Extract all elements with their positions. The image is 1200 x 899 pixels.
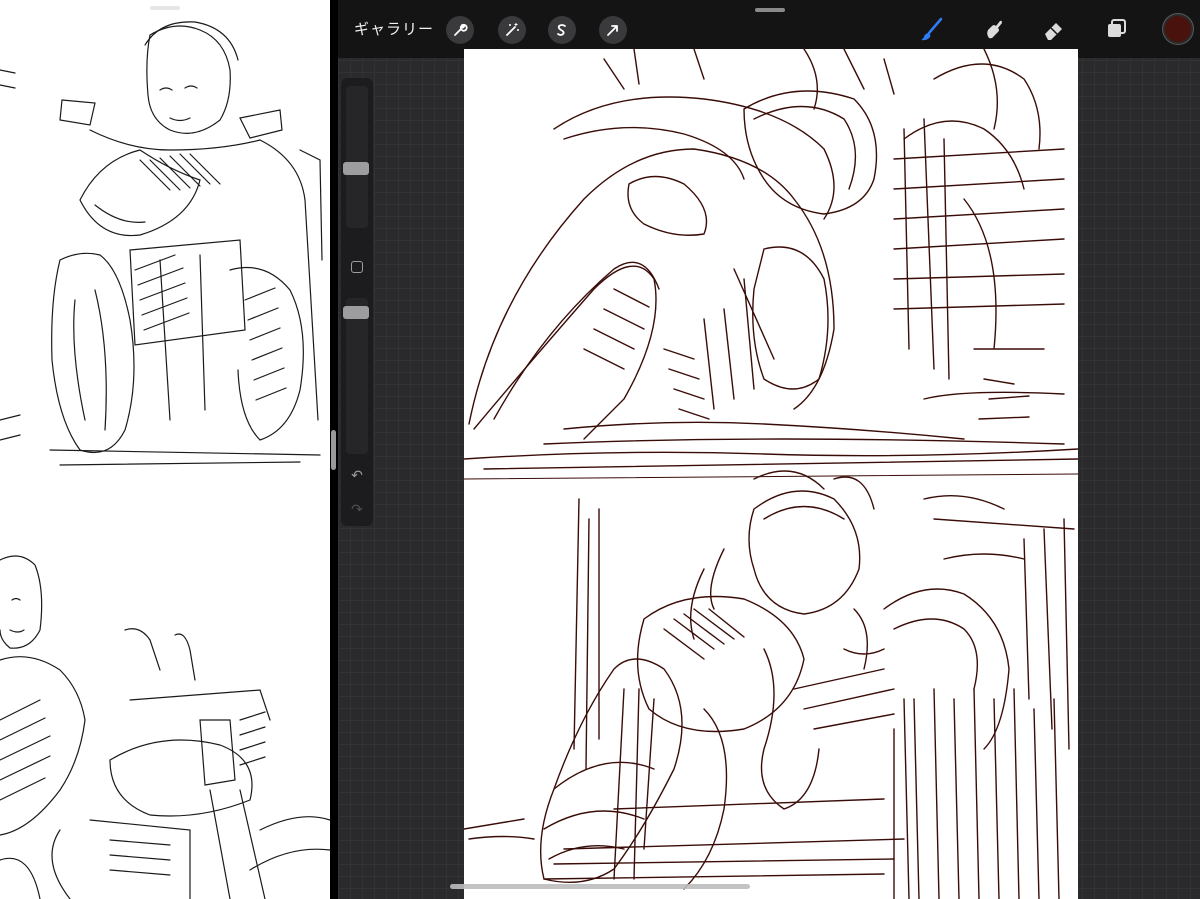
transform-button[interactable] bbox=[599, 16, 627, 44]
eraser-icon bbox=[1045, 23, 1062, 40]
multitasking-grip[interactable] bbox=[755, 8, 785, 12]
reference-sketch-art bbox=[0, 21, 330, 899]
home-indicator[interactable] bbox=[450, 884, 750, 889]
brush-tool-button[interactable] bbox=[917, 14, 947, 44]
brush-icon bbox=[921, 17, 943, 41]
selection-s-icon bbox=[557, 24, 566, 36]
transform-arrow-icon bbox=[607, 25, 618, 36]
magic-wand-icon bbox=[506, 23, 519, 36]
drawing-canvas[interactable] bbox=[464, 49, 1078, 899]
selection-button[interactable] bbox=[548, 16, 576, 44]
split-view-divider-grip[interactable] bbox=[331, 430, 336, 470]
gallery-button[interactable]: ギャラリー bbox=[354, 18, 434, 39]
redo-icon[interactable]: ↷ bbox=[347, 500, 367, 520]
top-panel-sketch bbox=[464, 49, 1078, 470]
procreate-app: ギャラリー ↶ ↷ bbox=[338, 0, 1200, 899]
smudge-tool-button[interactable] bbox=[978, 14, 1008, 44]
brush-size-thumb[interactable] bbox=[343, 162, 369, 175]
smudge-icon bbox=[987, 20, 1002, 39]
brush-size-slider[interactable] bbox=[343, 86, 369, 228]
sidebar: ↶ ↷ bbox=[341, 78, 373, 526]
layers-button[interactable] bbox=[1102, 14, 1132, 44]
bottom-panel-sketch bbox=[464, 470, 1075, 899]
adjustments-button[interactable] bbox=[498, 16, 526, 44]
opacity-thumb[interactable] bbox=[343, 306, 369, 319]
eraser-tool-button[interactable] bbox=[1039, 14, 1069, 44]
canvas-sketch-art bbox=[464, 49, 1078, 899]
color-picker-button[interactable] bbox=[1165, 16, 1191, 42]
wrench-icon bbox=[454, 23, 468, 36]
layers-icon bbox=[1108, 19, 1126, 37]
modify-button[interactable] bbox=[351, 261, 363, 273]
opacity-slider[interactable] bbox=[343, 298, 369, 454]
reference-image-pane[interactable] bbox=[0, 0, 330, 899]
undo-icon[interactable]: ↶ bbox=[347, 466, 367, 486]
actions-button[interactable] bbox=[446, 16, 474, 44]
